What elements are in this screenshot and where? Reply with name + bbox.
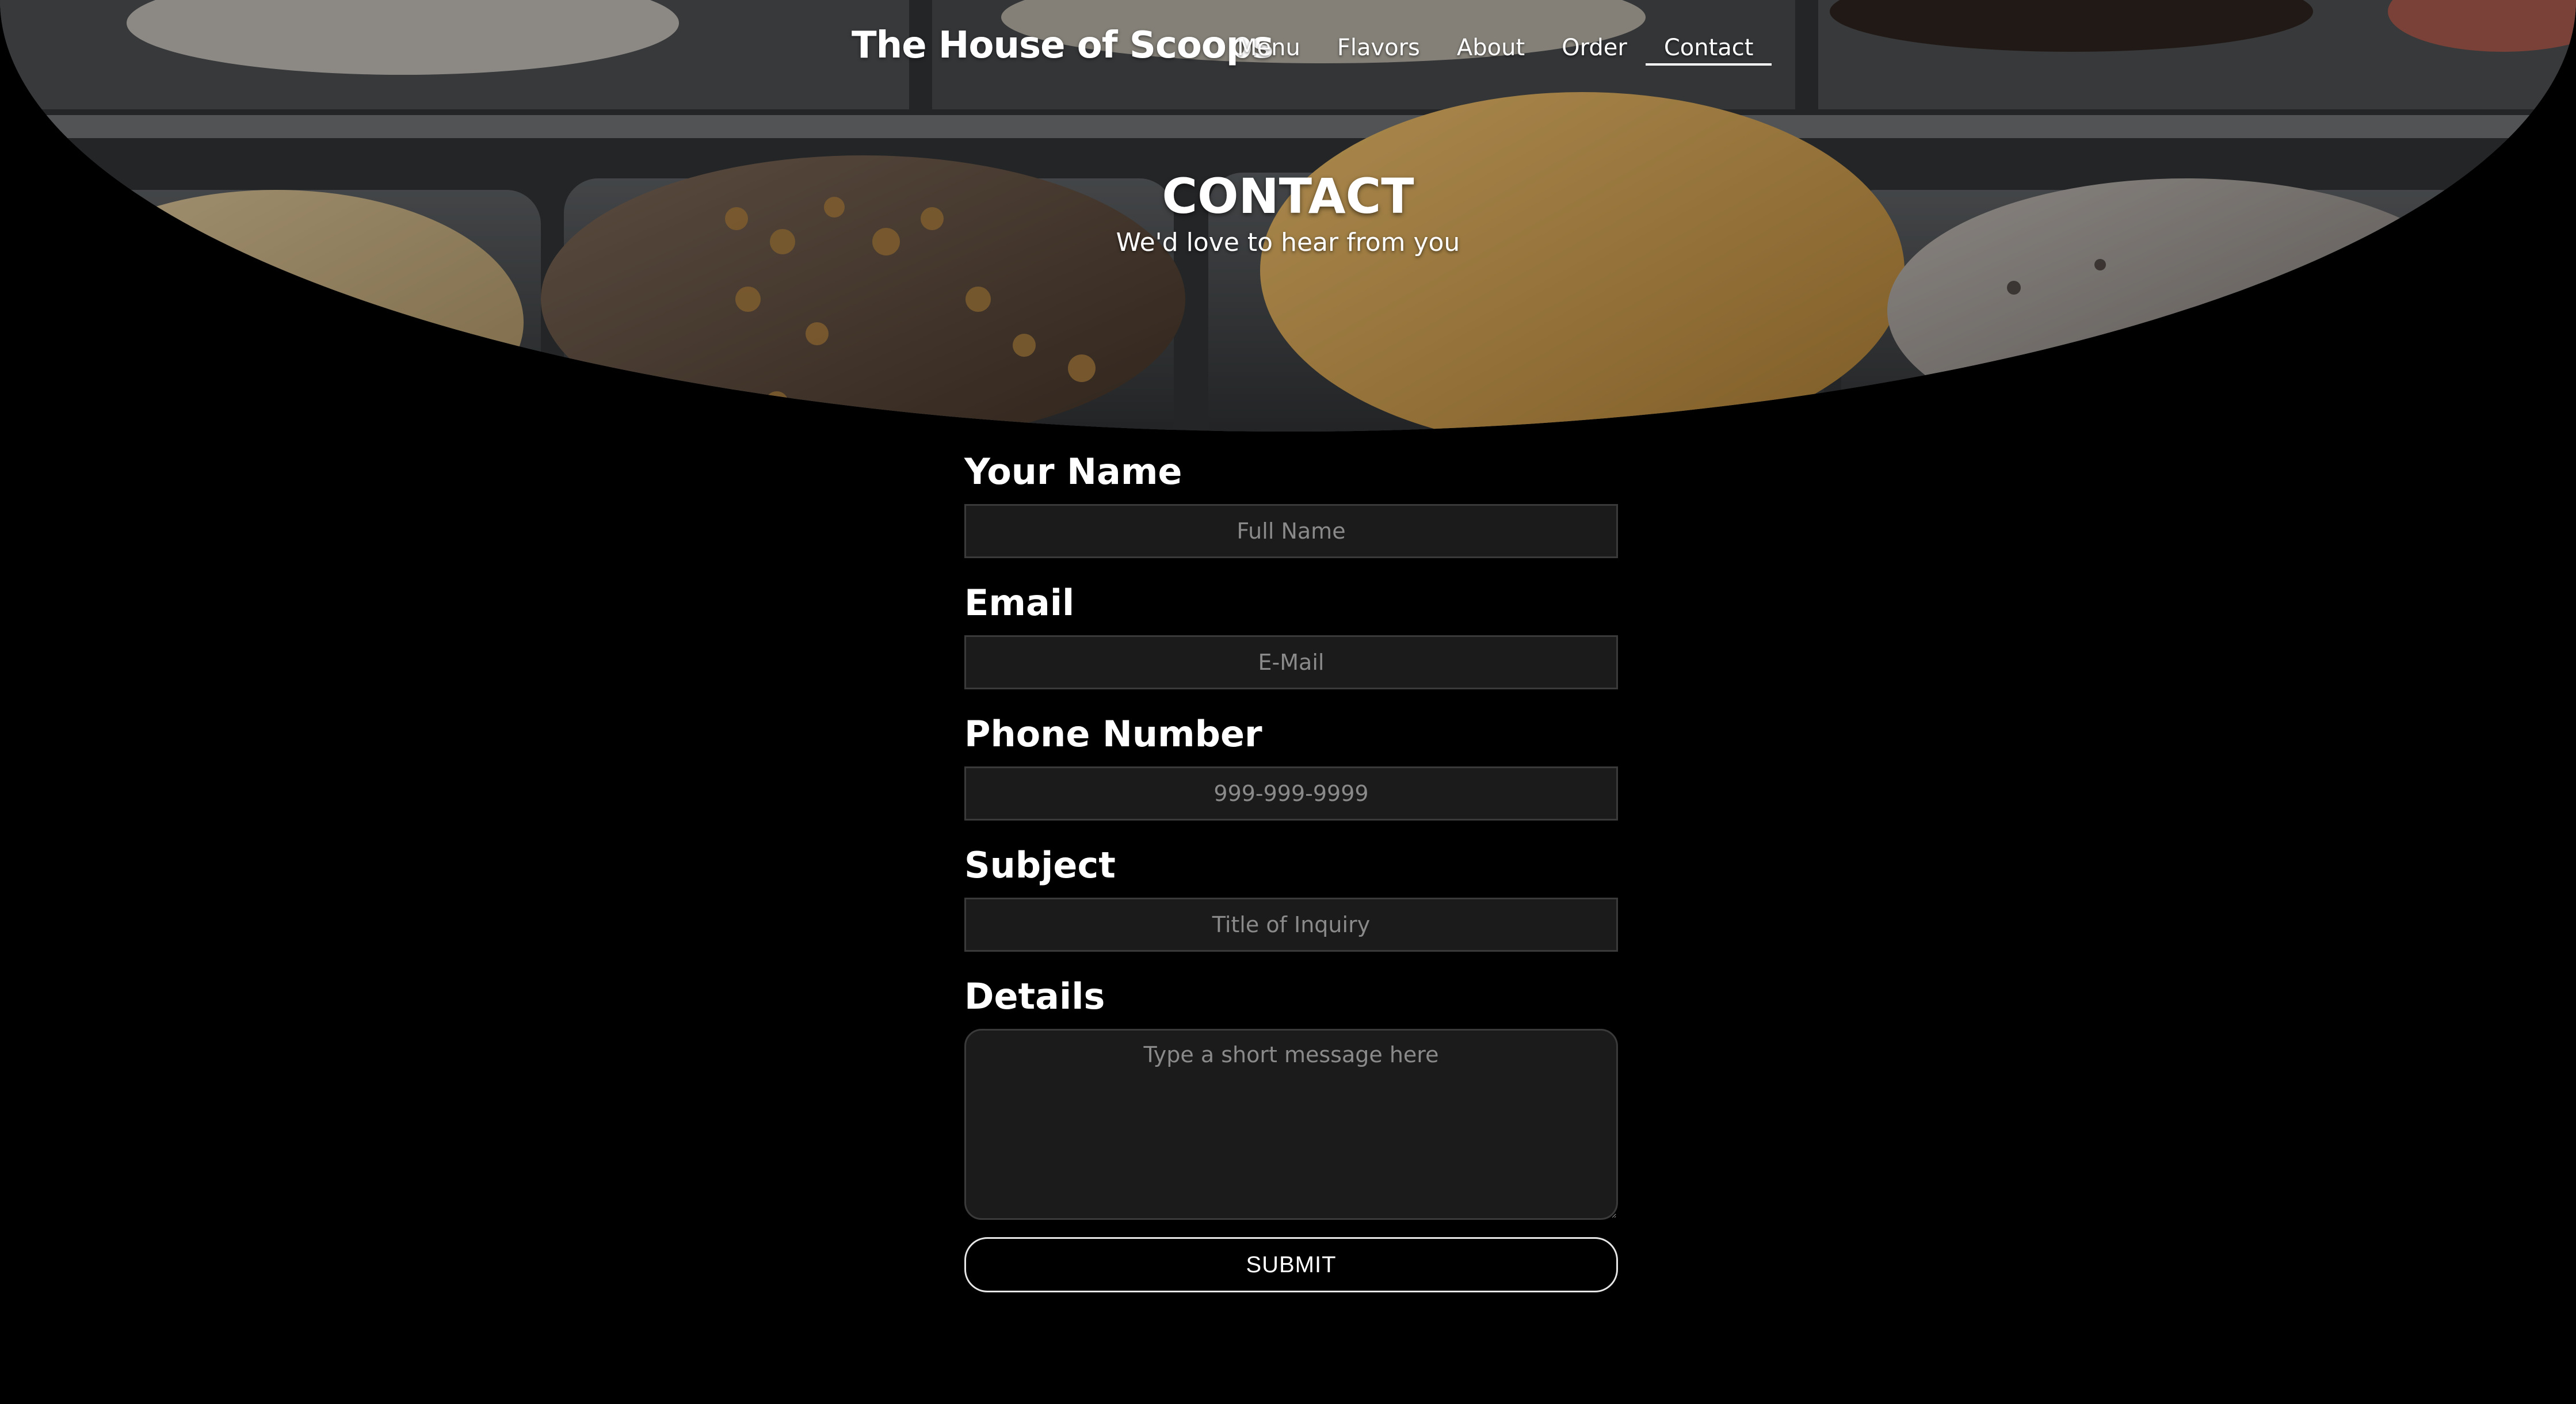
- details-textarea[interactable]: [964, 1029, 1618, 1220]
- page-subtitle: We'd love to hear from you: [1116, 228, 1460, 257]
- nav-item-about[interactable]: About: [1438, 35, 1543, 66]
- main-nav: Menu Flavors About Order Contact: [1237, 35, 1772, 66]
- details-label: Details: [964, 975, 1105, 1017]
- email-field[interactable]: [964, 635, 1618, 689]
- nav-item-menu[interactable]: Menu: [1237, 35, 1319, 66]
- email-label: Email: [964, 582, 1075, 624]
- subject-field[interactable]: [964, 898, 1618, 952]
- name-label: Your Name: [964, 451, 1182, 493]
- nav-item-contact[interactable]: Contact: [1645, 35, 1772, 66]
- submit-button[interactable]: SUBMIT: [964, 1237, 1618, 1292]
- subject-label: Subject: [964, 844, 1116, 886]
- nav-item-flavors[interactable]: Flavors: [1319, 35, 1438, 66]
- page-title: CONTACT: [1162, 168, 1414, 224]
- site-brand[interactable]: The House of Scoops: [852, 24, 1274, 67]
- nav-item-order[interactable]: Order: [1543, 35, 1646, 66]
- contact-form: Your Name Email Phone Number Subject Det…: [964, 449, 1618, 1292]
- phone-field[interactable]: [964, 766, 1618, 821]
- phone-label: Phone Number: [964, 713, 1262, 755]
- name-field[interactable]: [964, 504, 1618, 558]
